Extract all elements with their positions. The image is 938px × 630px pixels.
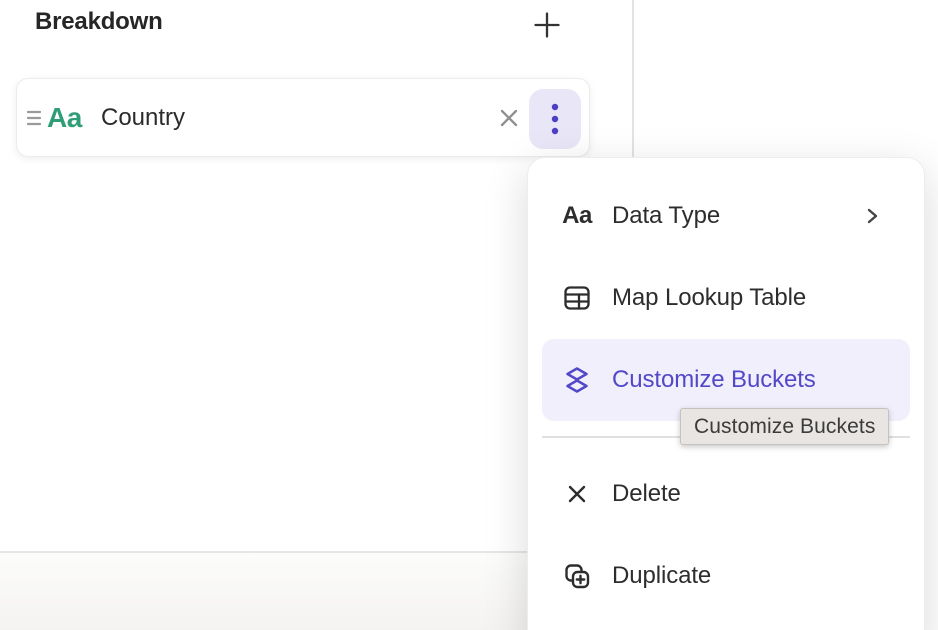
menu-item-label: Map Lookup Table [612,284,892,312]
breakdown-field-card: Aa Country [16,78,590,157]
menu-item-map-lookup-table[interactable]: Map Lookup Table [542,257,910,339]
menu-item-label: Duplicate [612,562,892,590]
menu-item-label: Data Type [612,202,860,230]
menu-item-label: Customize Buckets [612,366,892,394]
field-context-menu: Aa Data Type Map Lookup Table [527,157,925,630]
kebab-vertical-icon [550,101,560,137]
x-icon [496,105,522,131]
add-breakdown-button[interactable] [528,6,566,44]
remove-field-button[interactable] [487,96,531,140]
duplicate-icon [560,560,594,592]
breakdown-panel-screen: Breakdown Aa Country [0,0,938,630]
field-label: Country [101,104,185,132]
field-more-options-button[interactable] [529,89,581,149]
menu-item-data-type[interactable]: Aa Data Type [542,175,910,257]
page-title: Breakdown [35,8,163,36]
menu-item-duplicate[interactable]: Duplicate [542,535,910,617]
chevron-right-icon [860,204,884,228]
layers-icon [560,364,594,396]
text-type-icon: Aa [560,202,594,230]
table-icon [560,283,594,313]
tooltip: Customize Buckets [680,408,889,445]
x-icon [560,479,594,509]
drag-handle-icon[interactable] [23,103,45,133]
plus-icon [532,10,562,40]
menu-item-label: Delete [612,480,892,508]
field-type-badge: Aa [47,102,82,134]
panel-vertical-divider [632,0,634,157]
menu-item-delete[interactable]: Delete [542,453,910,535]
